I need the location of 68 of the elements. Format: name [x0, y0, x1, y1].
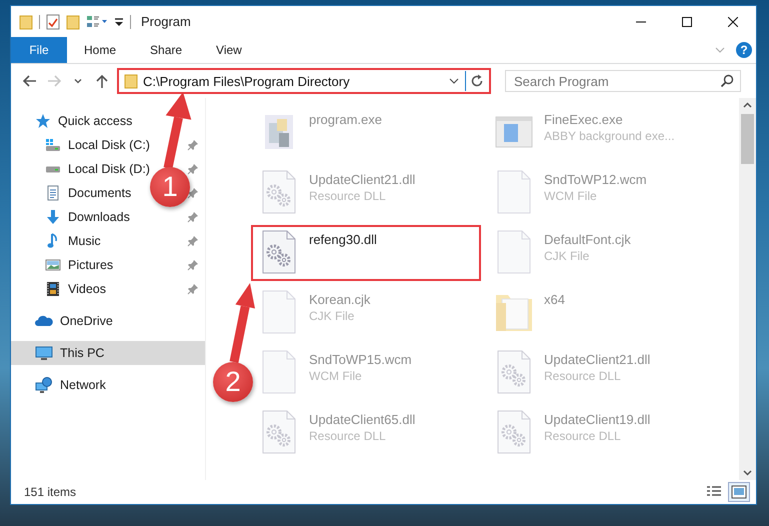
cloud-icon: [35, 313, 53, 329]
file-name: Korean.cjk: [309, 292, 370, 307]
caret-icon: [74, 78, 82, 84]
file-menu-button[interactable]: File: [11, 37, 67, 63]
file-name: SndToWP15.wcm: [309, 352, 412, 367]
checklist-icon[interactable]: [46, 14, 60, 30]
ribbon-tab[interactable]: View: [199, 37, 259, 63]
address-field[interactable]: C:\Program Files\Program Directory: [119, 70, 489, 92]
search-field[interactable]: Search Program: [505, 70, 741, 92]
sidebar-item[interactable]: Videos: [45, 281, 106, 297]
file-type: WCM File: [309, 369, 363, 383]
file-type: Resource DLL: [309, 189, 387, 203]
search-input[interactable]: Search Program: [512, 72, 720, 90]
file-type: CJK File: [309, 309, 356, 323]
file-type: CJK File: [544, 249, 590, 263]
picture-icon: [45, 257, 61, 273]
ribbon-tab[interactable]: Share: [133, 37, 200, 63]
sidebar-item[interactable]: OneDrive: [35, 313, 113, 329]
file-item[interactable]: refeng30.dll: [251, 225, 481, 281]
sidebar-item[interactable]: Downloads: [45, 209, 130, 225]
file-name: UpdateClient65.dll: [309, 412, 416, 427]
file-type: Resource DLL: [309, 429, 387, 443]
properties-icon[interactable]: [86, 14, 108, 30]
monitor-icon: [35, 345, 53, 361]
back-arrow-icon: [22, 73, 38, 89]
file-type: ABBY background exe...: [544, 129, 675, 143]
folder-icon: [19, 14, 33, 30]
file-type: Resource DLL: [544, 429, 622, 443]
film-icon: [45, 281, 61, 297]
window-title: Program: [141, 14, 192, 29]
drive-icon: [45, 166, 61, 172]
forward-arrow-icon: [46, 73, 62, 89]
item-count: 151 items: [24, 485, 78, 499]
download-arrow-icon: [45, 209, 61, 225]
sidebar-item[interactable]: Pictures: [45, 257, 114, 273]
sidebar-item[interactable]: Network: [35, 377, 106, 393]
close-icon: [728, 16, 738, 26]
file-name: UpdateClient19.dll: [544, 412, 650, 427]
sidebar-item[interactable]: Music: [45, 233, 101, 249]
file-name: program.exe: [309, 112, 382, 127]
sidebar-item[interactable]: Local Disk (D:): [45, 162, 150, 176]
refresh-icon: [470, 74, 484, 88]
sidebar-item[interactable]: Documents: [45, 185, 132, 201]
file-name: UpdateClient21.dll: [544, 352, 650, 367]
sidebar-item[interactable]: Local Disk (C:): [45, 137, 150, 153]
file-name: refeng30.dll: [309, 232, 377, 247]
file-type: Resource DLL: [544, 369, 622, 383]
sidebar-item[interactable]: This PC: [11, 341, 205, 365]
sidebar-item[interactable]: Quick access: [35, 113, 132, 129]
help-button[interactable]: ?: [736, 42, 752, 58]
document-icon: [45, 185, 61, 201]
network-icon: [35, 377, 53, 393]
drive-icon: [45, 137, 61, 153]
file-name: DefaultFont.cjk: [544, 232, 631, 247]
scrollbar-thumb[interactable]: [741, 114, 754, 164]
file-name: UpdateClient21.dll: [309, 172, 416, 187]
large-icons-view-icon: [731, 485, 747, 499]
maximize-icon: [682, 16, 692, 26]
star-icon: [35, 113, 51, 129]
up-arrow-icon: [94, 73, 110, 89]
folder-icon: [124, 73, 138, 89]
view-button[interactable]: [728, 482, 750, 502]
file-name: SndToWP12.wcm: [544, 172, 647, 187]
file-name: FineExec.exe: [544, 112, 624, 127]
file-name: x64: [544, 292, 565, 307]
search-icon: [720, 74, 734, 88]
file-type: WCM File: [544, 189, 598, 203]
ribbon-tab[interactable]: Home: [67, 37, 134, 63]
